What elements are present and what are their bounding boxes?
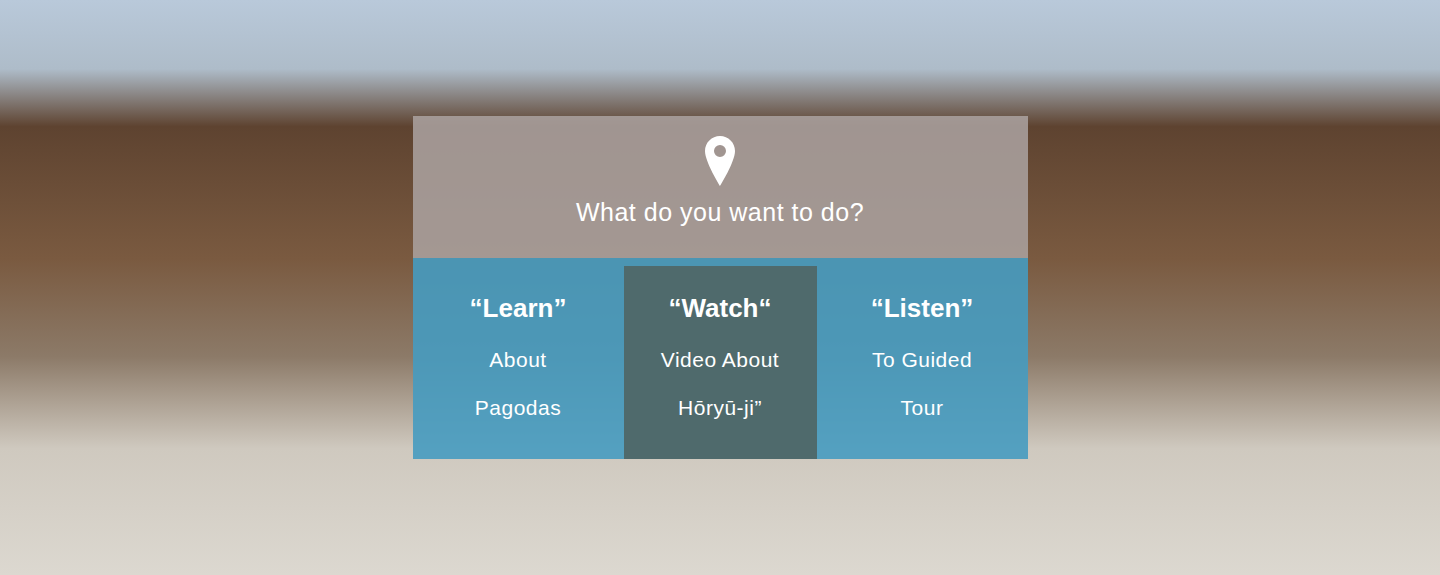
- location-pin-icon: [705, 136, 735, 186]
- option-line: Hōryū-ji”: [678, 384, 762, 432]
- option-line: Tour: [901, 384, 944, 432]
- prompt-panel: What do you want to do?: [413, 116, 1028, 258]
- option-tile[interactable]: “Watch“ Video AboutHōryū-ji”: [624, 266, 817, 459]
- option-tile[interactable]: “Listen” To GuidedTour: [817, 258, 1028, 459]
- temple-background: What do you want to do? “Learn” AboutPagod…: [0, 0, 1440, 575]
- option-title: “Watch“: [668, 290, 771, 326]
- option-title: “Listen”: [871, 290, 974, 326]
- options-row: “Learn” AboutPagodas “Watch“ Video AboutHōr…: [413, 258, 1028, 459]
- option-line: To Guided: [872, 336, 972, 384]
- option-title: “Learn”: [470, 290, 567, 326]
- option-tile[interactable]: “Learn” AboutPagodas: [413, 258, 624, 459]
- option-line: About: [489, 336, 546, 384]
- choice-card: What do you want to do? “Learn” AboutPagod…: [413, 116, 1028, 459]
- prompt-title: What do you want to do?: [576, 196, 864, 228]
- option-line: Video About: [661, 336, 779, 384]
- option-line: Pagodas: [475, 384, 561, 432]
